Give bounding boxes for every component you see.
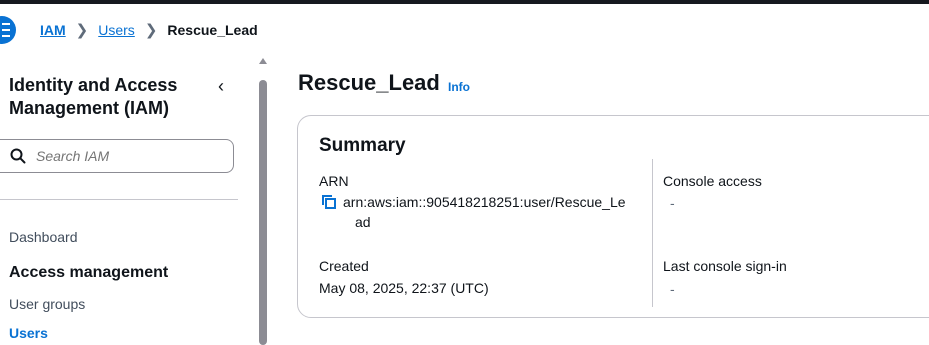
copy-icon[interactable] xyxy=(321,194,337,210)
breadcrumb-iam-link[interactable]: IAM xyxy=(40,22,66,38)
scroll-up-icon[interactable] xyxy=(259,58,267,64)
sidebar-item-dashboard[interactable]: Dashboard xyxy=(9,229,78,245)
menu-button[interactable] xyxy=(0,16,16,44)
chevron-right-icon: ❯ xyxy=(75,22,89,39)
breadcrumb-users-link[interactable]: Users xyxy=(98,22,135,38)
last-signin-label: Last console sign-in xyxy=(663,258,787,274)
search-input[interactable] xyxy=(36,146,216,166)
breadcrumb-bar: IAM ❯ Users ❯ Rescue_Lead xyxy=(0,4,929,54)
breadcrumb-current: Rescue_Lead xyxy=(167,22,258,38)
column-divider xyxy=(652,159,653,307)
created-label: Created xyxy=(319,258,369,274)
summary-card: Summary ARN arn:aws:iam::905418218251:us… xyxy=(297,115,929,318)
search-icon xyxy=(10,148,26,164)
sidebar-item-users[interactable]: Users xyxy=(9,325,48,341)
menu-icon xyxy=(2,21,10,39)
sidebar-scrollbar[interactable] xyxy=(258,58,268,345)
sidebar-title: Identity and Access Management (IAM) xyxy=(9,75,178,118)
console-access-value: - xyxy=(670,195,675,211)
arn-value-line2: ad xyxy=(355,214,371,230)
info-link[interactable]: Info xyxy=(448,80,470,94)
created-value: May 08, 2025, 22:37 (UTC) xyxy=(319,280,489,296)
chevron-left-icon[interactable]: ‹ xyxy=(218,76,224,97)
arn-value: arn:aws:iam::905418218251:user/Rescue_Le… xyxy=(343,192,643,232)
sidebar-section-access-management: Access management xyxy=(9,264,169,281)
sidebar: Identity and Access Management (IAM) ‹ D… xyxy=(0,54,258,345)
scrollbar-thumb[interactable] xyxy=(259,80,267,345)
chevron-right-icon: ❯ xyxy=(144,22,158,39)
arn-label: ARN xyxy=(319,173,349,189)
breadcrumb: IAM ❯ Users ❯ Rescue_Lead xyxy=(40,21,258,39)
sidebar-divider xyxy=(0,199,238,200)
sidebar-item-user-groups[interactable]: User groups xyxy=(9,296,85,312)
summary-heading: Summary xyxy=(319,135,406,156)
last-signin-value: - xyxy=(670,281,675,297)
console-access-label: Console access xyxy=(663,173,762,189)
page-title: Rescue_Lead xyxy=(298,70,440,95)
arn-value-line1: arn:aws:iam::905418218251:user/Rescue_Le xyxy=(343,194,626,210)
search-box[interactable] xyxy=(0,139,234,173)
